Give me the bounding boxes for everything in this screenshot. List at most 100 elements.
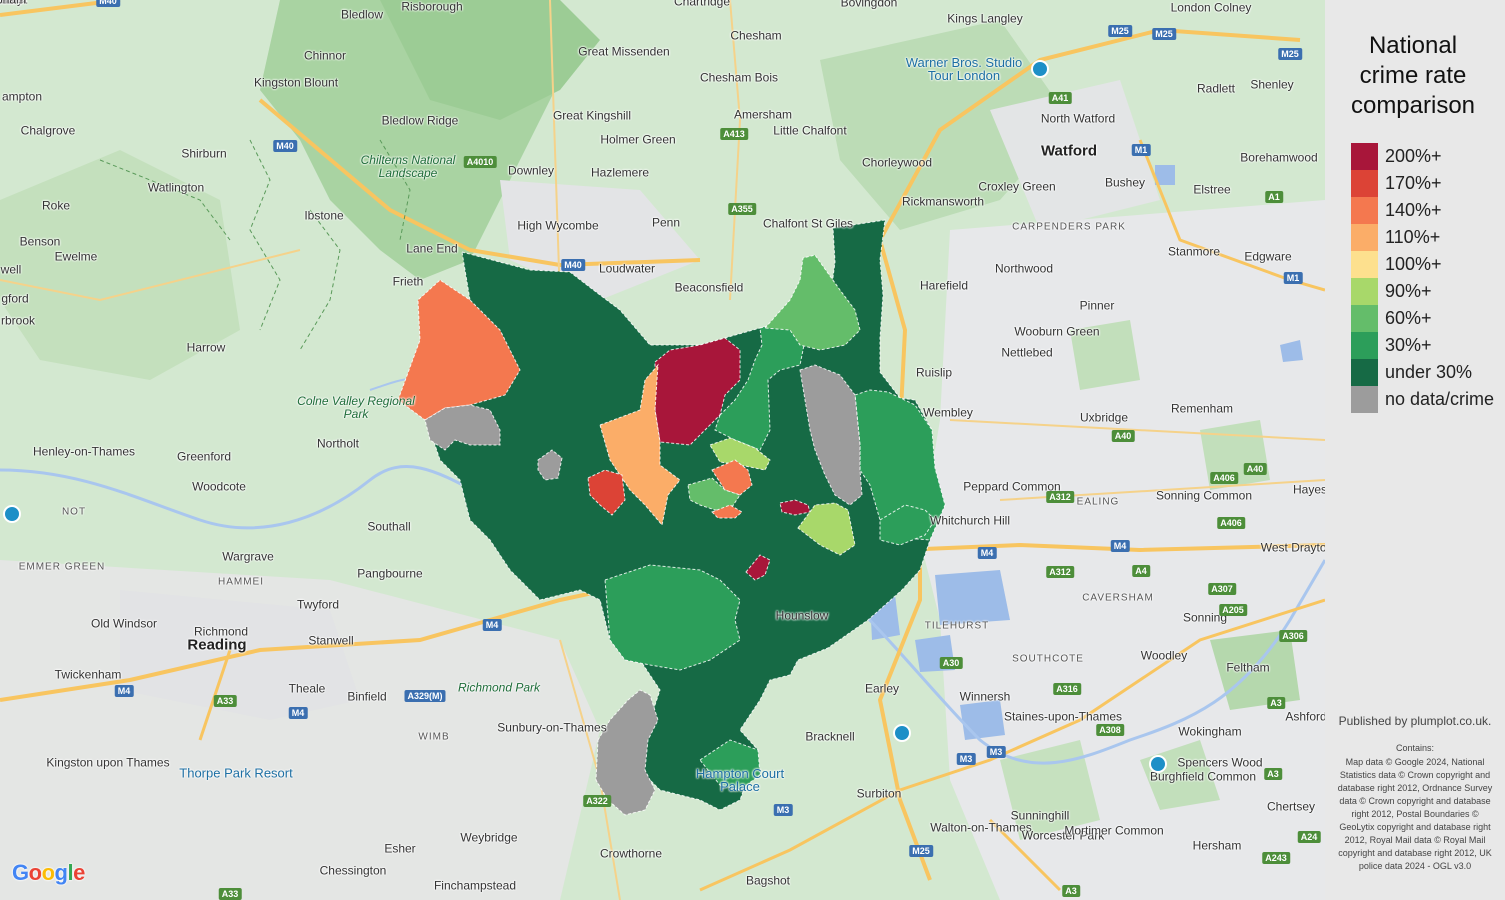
road-shield: M4	[114, 685, 134, 697]
place-label: Feltham	[1226, 660, 1270, 675]
place-label: Bledlow Ridge	[381, 113, 459, 128]
place-label: Risborough	[401, 0, 463, 14]
place-label: Woodley	[1140, 648, 1188, 663]
road-shield: A322	[583, 795, 611, 807]
place-label: Benson	[19, 234, 61, 249]
place-label: Hazlemere	[590, 165, 650, 180]
place-label: Ashford	[1285, 709, 1325, 724]
legend-swatch	[1351, 332, 1378, 359]
place-label: Edgware	[1244, 249, 1292, 264]
place-label: Colne Valley Regional Park	[297, 394, 415, 421]
road-shield: M3	[773, 804, 793, 816]
road-shield: A1	[1265, 191, 1283, 203]
place-label: Wargrave	[222, 549, 274, 564]
place-label: Loudwater	[598, 261, 656, 276]
place-label: Chesham Bois	[699, 70, 779, 85]
place-label: Hayes	[1292, 482, 1325, 497]
legend-label: no data/crime	[1385, 389, 1495, 409]
place-label: Reading	[187, 636, 247, 654]
google-logo: Google	[12, 860, 85, 886]
place-label: Watford	[1040, 142, 1098, 160]
road-shield: M25	[909, 845, 933, 857]
road-shield: A30	[939, 657, 963, 669]
road-shield: A312	[1046, 491, 1074, 503]
place-label: Bledlow	[340, 7, 384, 22]
place-label: North Watford	[1040, 111, 1116, 126]
legend-swatch	[1351, 278, 1378, 305]
place-label: Woodcote	[192, 479, 246, 494]
place-label: HAMMEI	[218, 576, 264, 588]
place-label: CARPENDERS PARK	[1012, 221, 1126, 233]
place-label: Sunbury-on-Thames	[497, 720, 607, 735]
place-label: ampton	[1, 89, 43, 104]
road-shield: M1	[1131, 144, 1151, 156]
place-label: Wembley	[923, 405, 973, 420]
legend-swatch	[1351, 359, 1378, 386]
place-label: Esher	[384, 841, 416, 856]
google-logo-o1: o	[28, 860, 42, 885]
place-label: Theale	[288, 681, 326, 696]
place-label: Pangbourne	[357, 566, 423, 581]
legend-label: 60%+	[1385, 308, 1432, 328]
road-shield: M4	[482, 619, 502, 631]
place-label: Beaconsfield	[674, 280, 744, 295]
road-shield: A243	[1262, 852, 1290, 864]
place-label: Amersham	[733, 107, 793, 122]
thorpe-park-pin-icon[interactable]	[893, 724, 911, 742]
place-label: High Wycombe	[517, 218, 599, 233]
place-label: Finchampstead	[433, 878, 517, 893]
road-shield: A205	[1219, 604, 1247, 616]
place-label: West Drayton	[1260, 540, 1325, 555]
legend-label: 90%+	[1385, 281, 1432, 301]
place-label: Chilterns National Landscape	[360, 153, 456, 180]
place-label: Little Chalfont	[773, 123, 847, 138]
legend-swatch	[1351, 143, 1378, 170]
place-label: Henley-on-Thames	[32, 444, 136, 459]
place-label: Old Windsor	[90, 616, 158, 631]
place-label: Northolt	[316, 436, 360, 451]
place-label: Greenford	[176, 449, 232, 464]
place-label: Shirburn	[181, 146, 227, 161]
road-shield: M3	[956, 753, 976, 765]
place-label: Earley	[864, 681, 900, 696]
place-label: Great Missenden	[578, 44, 670, 59]
road-shield: M40	[273, 140, 297, 152]
place-label: Harefield	[919, 278, 969, 293]
map-pin-icon-west[interactable]	[3, 505, 21, 523]
legend-swatch	[1351, 386, 1378, 413]
place-label: Ewelme	[54, 249, 98, 264]
legend-title-line-2: crime rate	[1359, 62, 1467, 89]
place-label: Great Kingshill	[552, 108, 632, 123]
hampton-court-pin-icon[interactable]	[1149, 755, 1167, 773]
place-label: Stanwell	[308, 633, 354, 648]
place-label: Chinnor	[303, 48, 347, 63]
road-shield: A355	[728, 203, 756, 215]
place-label: London Colney	[1170, 0, 1252, 15]
road-shield: A40	[1111, 430, 1135, 442]
road-shield: M25	[1152, 28, 1176, 40]
legend-label: under 30%	[1385, 362, 1473, 382]
legend-title-line-3: comparison	[1350, 92, 1476, 119]
place-label: Twickenham	[54, 667, 122, 682]
google-logo-e: e	[73, 860, 85, 885]
legend-label: 30%+	[1385, 335, 1432, 355]
place-label: Penn	[651, 215, 681, 230]
road-shield: M40	[561, 259, 585, 271]
place-label: Thorpe Park Resort	[179, 765, 293, 781]
google-logo-g1: G	[12, 860, 29, 885]
map-area[interactable]: Bledlow Risborough Chartridge Bovingdon King…	[0, 0, 1325, 900]
place-label: SOUTHCOTE	[1012, 653, 1084, 665]
place-label: Frieth	[392, 274, 424, 289]
place-label: Bagshot	[745, 873, 791, 888]
legend-label: 110%+	[1385, 227, 1441, 247]
place-label: Radlett	[1196, 81, 1236, 96]
legend-label: 140%+	[1385, 200, 1442, 220]
place-label: Lane End	[406, 241, 458, 256]
legend-label: 170%+	[1385, 173, 1442, 193]
place-label: Weybridge	[460, 830, 518, 845]
place-label: Holmer Green	[600, 132, 676, 147]
place-label: Wooburn Green	[1014, 324, 1100, 339]
legend-swatch	[1351, 197, 1378, 224]
place-label: Northwood	[994, 261, 1054, 276]
studio-tour-pin-icon[interactable]	[1031, 60, 1049, 78]
